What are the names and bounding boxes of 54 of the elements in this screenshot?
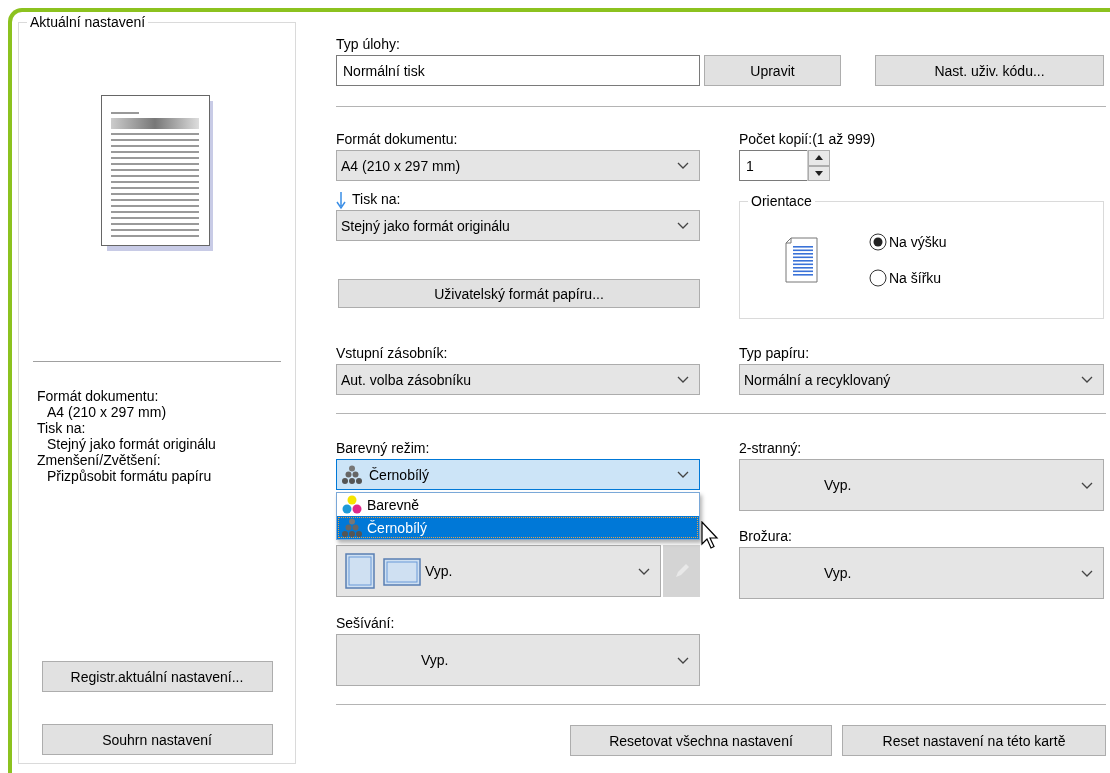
chevron-icon (1081, 376, 1093, 383)
chevron-icon (677, 162, 689, 169)
job-type-field[interactable]: Normální tisk (336, 55, 700, 86)
field-label: Tisk na: (352, 191, 401, 207)
field-label: Vstupní zásobník: (336, 345, 449, 361)
summary-value: Stejný jako formát originálu (46, 436, 217, 453)
field-label: Formát dokumentu: (336, 131, 459, 147)
dropdown[interactable]: Černobílý (336, 459, 700, 490)
chevron-icon (1081, 569, 1093, 577)
field-label: Brožura: (739, 528, 793, 544)
dot-pyramid-icon (341, 517, 363, 538)
dropdown[interactable]: Vyp. (336, 545, 661, 597)
field-label: Barevný režim: (336, 440, 431, 456)
dropdown[interactable]: Normální a recyklovaný (739, 364, 1104, 395)
radio-option[interactable]: Na šířku (869, 269, 947, 287)
radio-option[interactable]: Na výšku (869, 233, 947, 251)
three-dots-icon (341, 494, 363, 515)
chevron-icon (677, 222, 689, 229)
summary-value: A4 (210 x 297 mm) (46, 404, 168, 421)
register-settings-button[interactable]: Registr.aktuální nastavení... (41, 661, 273, 692)
field-label: Počet kopií:(1 až 999) (739, 131, 877, 147)
chevron-icon (1081, 481, 1093, 489)
summary-label: Zmenšení/Zvětšení: (37, 452, 162, 469)
summary-label: Tisk na: (37, 420, 87, 437)
reset-all-button[interactable]: Resetovat všechna nastavení (570, 725, 832, 756)
reset-tab-button[interactable]: Reset nastavení na této kartě (842, 725, 1106, 756)
dropdown[interactable]: Aut. volba zásobníku (336, 364, 700, 395)
custom-paper-button[interactable]: Uživatelský formát papíru... (338, 279, 700, 308)
group-title: Orientace (748, 193, 815, 209)
dot-pyramid-icon (341, 464, 363, 485)
summary-label: Formát dokumentu: (37, 388, 160, 405)
chevron-icon (677, 656, 689, 664)
dropdown[interactable]: A4 (210 x 297 mm) (336, 150, 700, 181)
dropdown-option[interactable]: Barevně (337, 493, 699, 516)
chevron-icon (677, 376, 689, 383)
edit-button[interactable]: Upravit (704, 55, 841, 86)
field-label: Sešívání: (336, 615, 396, 631)
dropdown[interactable]: Stejný jako formát originálu (336, 210, 700, 241)
settings-summary-button[interactable]: Souhrn nastavení (41, 724, 273, 755)
user-code-button[interactable]: Nast. uživ. kódu... (875, 55, 1104, 86)
field-label: Typ úlohy: (336, 36, 401, 52)
dropdown-option[interactable]: Černobílý (337, 516, 699, 539)
chevron-icon (638, 567, 650, 575)
chevron-icon (677, 471, 689, 478)
group-title: Aktuální nastavení (27, 14, 149, 30)
field-label: 2-stranný: (739, 440, 803, 456)
copies-field[interactable]: 1 (739, 150, 807, 181)
field-label: Typ papíru: (739, 345, 811, 361)
summary-value: Přizpůsobit formátu papíru (46, 468, 213, 485)
down-arrow-icon (336, 191, 346, 210)
portrait-page-icon (785, 237, 819, 283)
dropdown[interactable]: Vyp. (336, 634, 700, 686)
dropdown[interactable]: Vyp. (739, 459, 1104, 511)
dropdown[interactable]: Vyp. (739, 547, 1104, 599)
